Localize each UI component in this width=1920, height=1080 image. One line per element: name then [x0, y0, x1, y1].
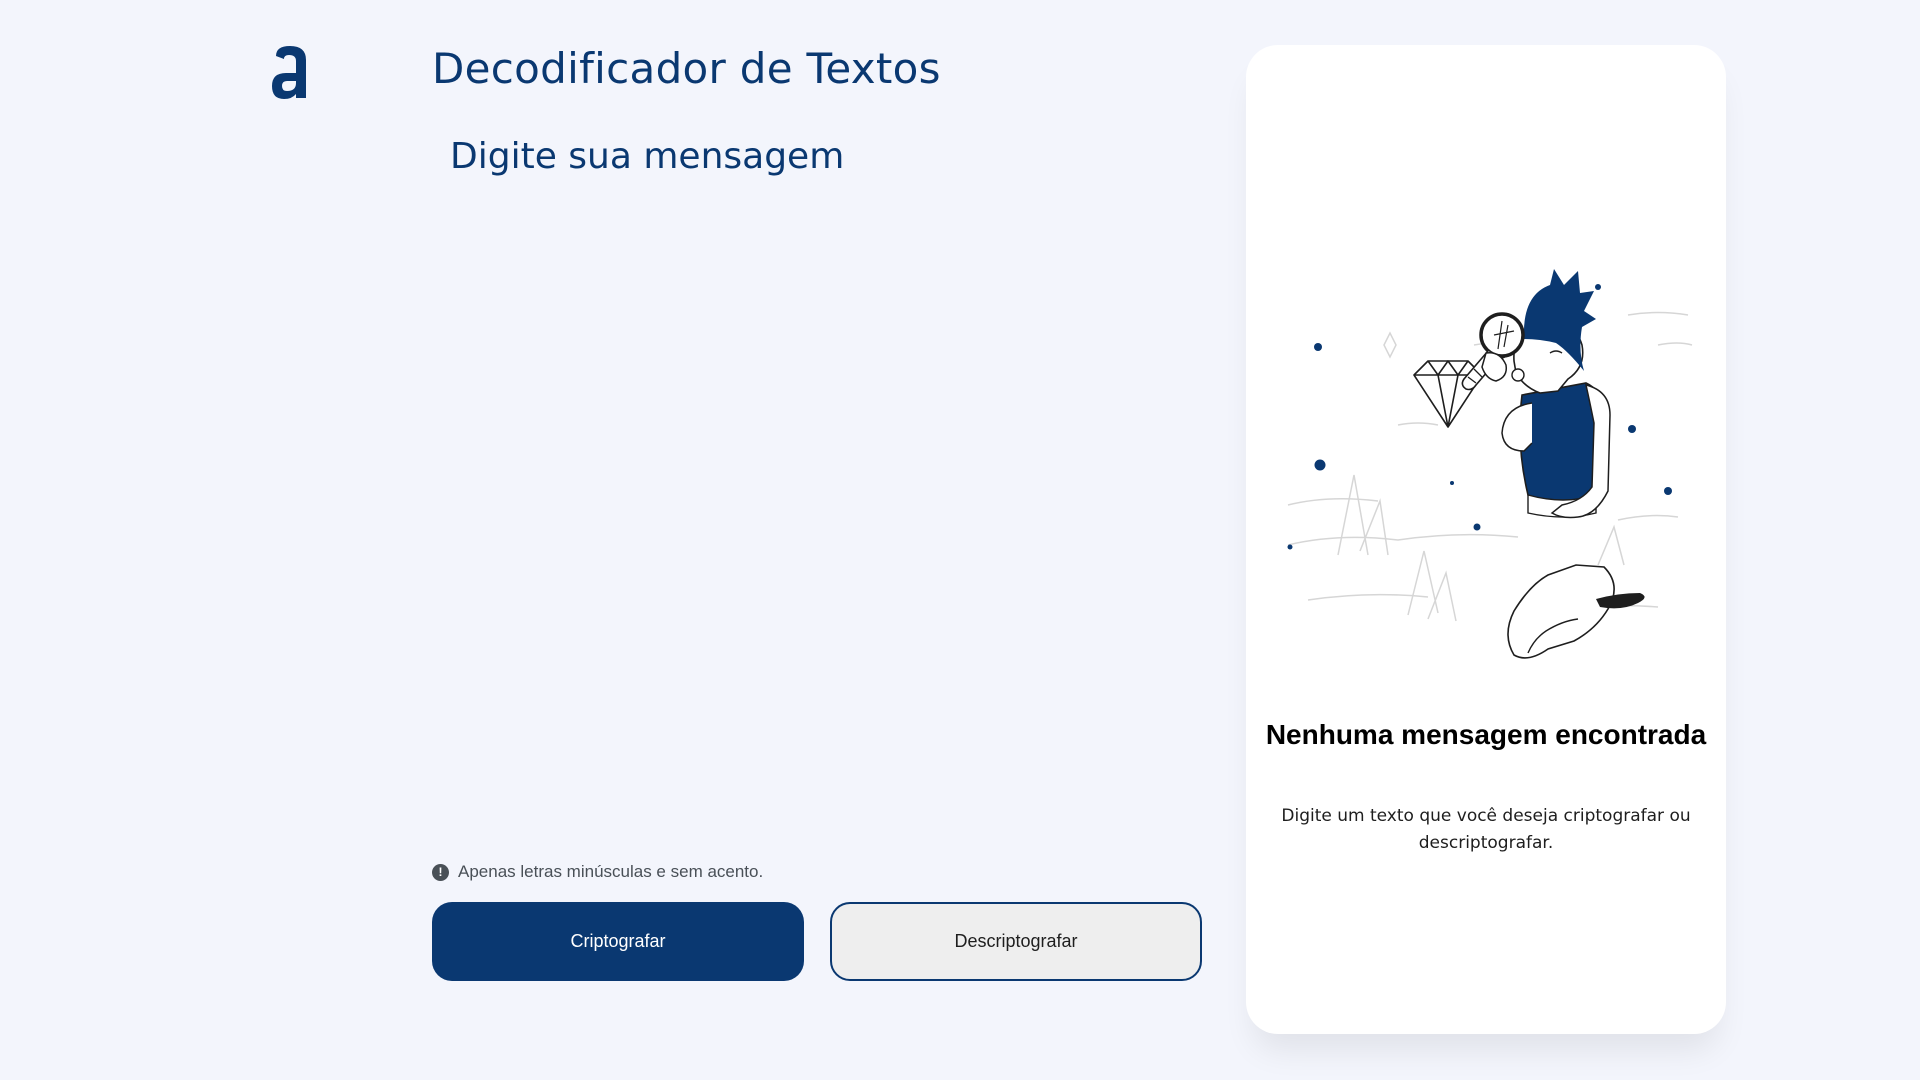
decrypt-button[interactable]: Descriptografar — [830, 902, 1202, 981]
exclamation-circle-icon: ! — [432, 863, 449, 881]
output-panel: Nenhuma mensagem encontrada Digite um te… — [1246, 45, 1726, 1034]
app-title: Decodificador de Textos — [432, 44, 941, 93]
input-hint: ! Apenas letras minúsculas e sem acento. — [432, 862, 763, 882]
alura-logo-icon[interactable] — [268, 42, 312, 102]
hint-text: Apenas letras minúsculas e sem acento. — [458, 862, 764, 881]
encrypt-button[interactable]: Criptografar — [432, 902, 804, 981]
page: Decodificador de Textos ! Apenas letras … — [0, 0, 1920, 1080]
person-with-magnifying-glass-illustration — [1287, 269, 1693, 659]
empty-state-text: Digite um texto que você deseja criptogr… — [1281, 806, 1691, 853]
empty-state-title: Nenhuma mensagem encontrada — [1265, 719, 1707, 750]
message-input[interactable] — [450, 136, 1190, 816]
